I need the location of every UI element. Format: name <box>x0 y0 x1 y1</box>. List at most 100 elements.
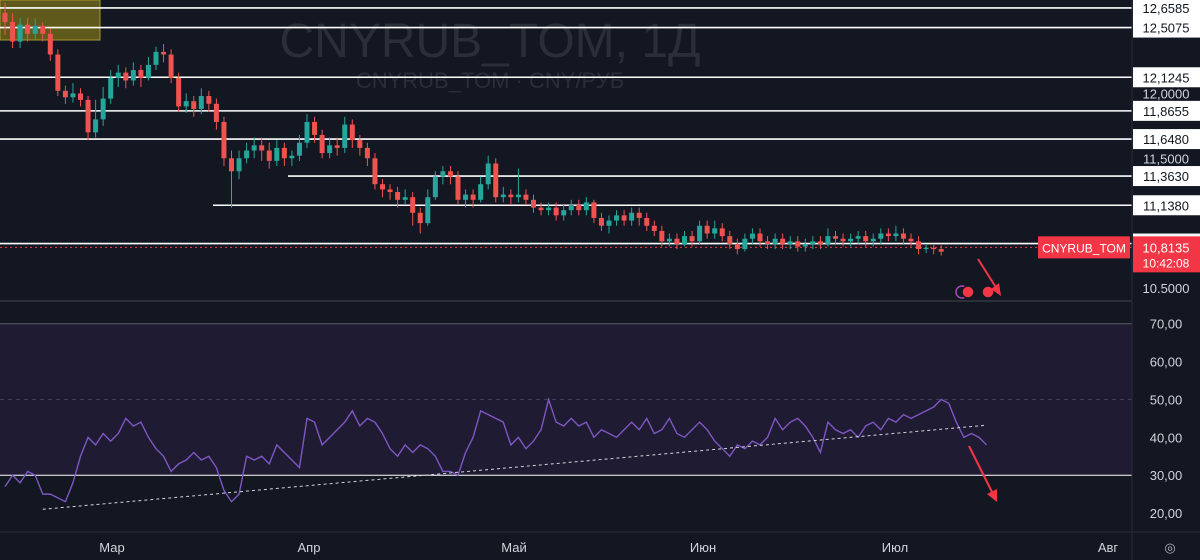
candle[interactable] <box>251 137 257 159</box>
settings-icon[interactable]: ◎ <box>1164 540 1175 555</box>
candle[interactable] <box>916 236 922 255</box>
candle[interactable] <box>229 150 234 208</box>
candle[interactable] <box>425 189 431 226</box>
candle[interactable] <box>493 158 499 203</box>
candle[interactable] <box>100 86 106 126</box>
candle[interactable] <box>153 46 159 71</box>
candle[interactable] <box>447 166 453 185</box>
candle[interactable] <box>780 233 786 250</box>
price-chart[interactable]: CNYRUB_TOM, 1Д CNYRUB_TOM · CNY/РУБ 12,6… <box>0 0 1200 560</box>
candle[interactable] <box>833 230 838 244</box>
candle[interactable] <box>893 225 899 242</box>
candle[interactable] <box>130 62 136 86</box>
candle[interactable] <box>478 176 484 203</box>
candle[interactable] <box>734 238 740 255</box>
event-marker-icon[interactable] <box>961 285 975 299</box>
candle[interactable] <box>606 215 612 234</box>
candle[interactable] <box>342 116 348 154</box>
candle[interactable] <box>115 64 121 87</box>
candle[interactable] <box>145 57 151 81</box>
candle[interactable] <box>795 236 801 252</box>
candle[interactable] <box>259 137 265 161</box>
candle[interactable] <box>440 166 446 185</box>
candle[interactable] <box>213 98 219 130</box>
candle[interactable] <box>644 212 650 231</box>
candle[interactable] <box>878 228 884 244</box>
candle[interactable] <box>772 233 778 250</box>
candle[interactable] <box>583 197 589 216</box>
candle[interactable] <box>621 210 627 226</box>
candle[interactable] <box>614 210 620 226</box>
candle[interactable] <box>138 64 144 87</box>
candle[interactable] <box>304 114 310 148</box>
candle[interactable] <box>742 233 748 252</box>
candle[interactable] <box>719 223 725 242</box>
candle[interactable] <box>244 142 250 164</box>
candle[interactable] <box>281 142 287 167</box>
candle[interactable] <box>727 230 733 250</box>
candle[interactable] <box>697 220 703 244</box>
candle[interactable] <box>674 233 680 250</box>
candle[interactable] <box>636 207 642 226</box>
candle[interactable] <box>523 189 529 205</box>
candle[interactable] <box>923 243 929 253</box>
candle[interactable] <box>870 233 876 247</box>
candle[interactable] <box>515 168 521 203</box>
candle[interactable] <box>848 233 854 247</box>
candle[interactable] <box>206 90 212 112</box>
candle[interactable] <box>349 119 355 148</box>
candle[interactable] <box>885 228 891 242</box>
candle[interactable] <box>508 189 514 205</box>
candle[interactable] <box>855 230 861 244</box>
candle[interactable] <box>93 99 99 138</box>
candle[interactable] <box>176 72 182 112</box>
candle[interactable] <box>85 96 91 141</box>
candle[interactable] <box>568 199 574 216</box>
candle[interactable] <box>387 184 393 200</box>
candle[interactable] <box>666 233 672 247</box>
candle[interactable] <box>364 142 370 167</box>
candle[interactable] <box>704 220 710 239</box>
candle[interactable] <box>108 70 114 104</box>
candle[interactable] <box>651 220 657 237</box>
candle[interactable] <box>191 96 197 117</box>
candle[interactable] <box>576 199 582 216</box>
candle[interactable] <box>410 192 416 226</box>
candle[interactable] <box>931 243 937 255</box>
event-markers[interactable] <box>955 285 995 299</box>
candle[interactable] <box>221 116 227 167</box>
candle[interactable] <box>161 44 167 63</box>
candle[interactable] <box>749 228 755 244</box>
candle[interactable] <box>78 88 83 107</box>
candle[interactable] <box>938 245 944 256</box>
candle[interactable] <box>561 204 567 221</box>
candle[interactable] <box>712 220 718 239</box>
candle[interactable] <box>123 67 129 89</box>
candle[interactable] <box>500 186 506 203</box>
candle[interactable] <box>598 212 604 231</box>
candle[interactable] <box>802 238 808 252</box>
candle[interactable] <box>319 129 325 159</box>
candle[interactable] <box>357 134 363 156</box>
candle[interactable] <box>485 155 491 190</box>
candle[interactable] <box>327 137 333 159</box>
candle[interactable] <box>266 142 272 169</box>
candle[interactable] <box>531 194 536 213</box>
candle[interactable] <box>334 137 340 156</box>
candle[interactable] <box>900 228 906 244</box>
candle[interactable] <box>70 83 76 103</box>
candle[interactable] <box>183 93 189 113</box>
candle[interactable] <box>62 85 68 104</box>
candle[interactable] <box>546 202 552 216</box>
candle[interactable] <box>629 207 635 226</box>
candle[interactable] <box>380 179 385 198</box>
event-marker-icon[interactable] <box>981 285 995 299</box>
candle[interactable] <box>55 49 61 97</box>
candle[interactable] <box>538 202 544 216</box>
candle[interactable] <box>417 207 423 234</box>
candle[interactable] <box>372 153 378 190</box>
candle[interactable] <box>289 150 295 167</box>
candle[interactable] <box>591 199 597 224</box>
candle[interactable] <box>274 140 280 167</box>
candle[interactable] <box>908 233 914 247</box>
